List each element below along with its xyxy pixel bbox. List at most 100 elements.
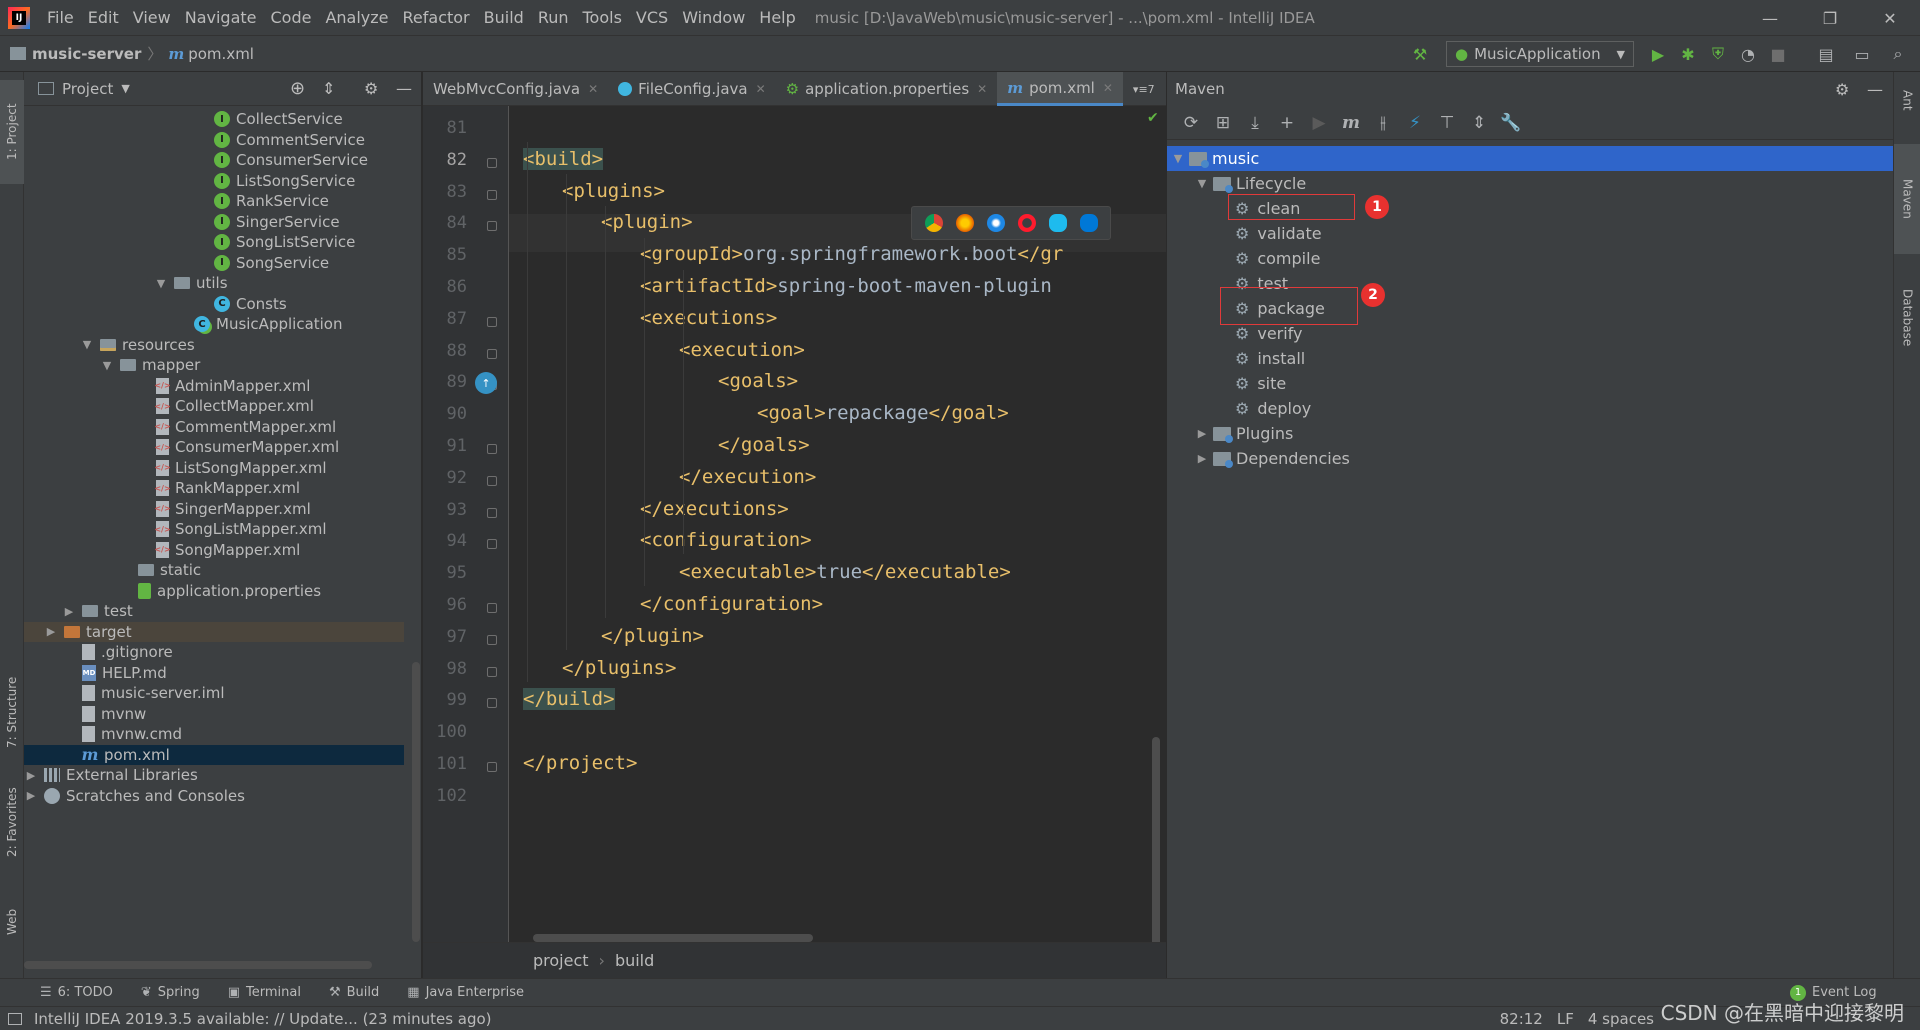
bottom-tool-tab[interactable]: ❦ Spring xyxy=(141,985,200,1000)
project-tree-item[interactable]: ▶ target xyxy=(24,621,404,642)
editor-horizontal-scrollbar[interactable] xyxy=(533,934,813,942)
bottom-tool-tab[interactable]: ☰ 6: TODO xyxy=(40,985,113,1000)
close-tab-icon[interactable]: ✕ xyxy=(588,82,598,96)
menu-analyze[interactable]: Analyze xyxy=(318,8,395,27)
project-tree-item[interactable]: application.properties xyxy=(24,581,404,601)
download-icon[interactable]: ⤓ xyxy=(1239,113,1271,133)
project-tree-item[interactable]: </> SongListMapper.xml xyxy=(24,519,404,539)
fold-marker-icon[interactable] xyxy=(487,698,497,709)
fold-marker-icon[interactable] xyxy=(487,444,497,454)
editor-breadcrumb-item[interactable]: build xyxy=(615,951,654,970)
edge-icon[interactable] xyxy=(1079,214,1098,232)
collapsed-arrow-icon[interactable]: ▶ xyxy=(24,769,38,782)
safari-icon[interactable] xyxy=(986,214,1005,232)
fold-marker-icon[interactable] xyxy=(487,221,497,232)
profile-icon[interactable]: ◔ xyxy=(1736,42,1760,66)
fold-marker-icon[interactable] xyxy=(487,348,497,359)
expanded-arrow-icon[interactable]: ▼ xyxy=(1167,152,1189,165)
internet-explorer-icon[interactable] xyxy=(1048,214,1067,232)
collapsed-arrow-icon[interactable]: ▶ xyxy=(44,625,58,638)
lifecycle-goal-install[interactable]: ⚙ install xyxy=(1235,346,1305,371)
debug-icon[interactable]: ✱ xyxy=(1676,42,1700,66)
web-tool-tab[interactable]: Web xyxy=(0,892,24,952)
menu-help[interactable]: Help xyxy=(752,8,802,27)
skip-tests-icon[interactable]: ⚡ xyxy=(1399,113,1431,133)
project-tree-item[interactable]: I RankService xyxy=(24,191,404,211)
project-tree-item[interactable]: mvnw xyxy=(24,704,404,724)
project-panel-title[interactable]: Project xyxy=(62,80,113,98)
project-tree-item[interactable]: .gitignore xyxy=(24,642,404,662)
lifecycle-goal-site[interactable]: ⚙ site xyxy=(1235,371,1286,396)
editor-vertical-scrollbar[interactable] xyxy=(1152,737,1160,971)
expanded-arrow-icon[interactable]: ▼ xyxy=(100,359,114,372)
project-tree-item[interactable]: I SongListService xyxy=(24,232,404,252)
project-tree-item[interactable]: I CommentService xyxy=(24,130,404,150)
project-tree-item[interactable]: ▶ Scratches and Consoles xyxy=(24,786,404,806)
collapse-all-icon[interactable]: ⇕ xyxy=(1463,113,1495,133)
indent-setting[interactable]: 4 spaces xyxy=(1588,1010,1654,1028)
project-tree-item[interactable]: C Consts xyxy=(24,294,404,314)
maven-tool-tab[interactable]: Maven xyxy=(1894,144,1920,254)
project-tree-item[interactable]: I CollectService xyxy=(24,109,404,129)
firefox-icon[interactable] xyxy=(955,214,974,232)
project-tree-item[interactable]: I ConsumerService xyxy=(24,150,404,170)
fold-marker-icon[interactable] xyxy=(487,157,497,168)
locate-icon[interactable]: ⊕ xyxy=(290,78,305,99)
project-tree-item[interactable]: ▼ mapper xyxy=(24,355,404,375)
project-tree-item[interactable]: MD HELP.md xyxy=(24,663,404,683)
run-icon[interactable]: ▶ xyxy=(1303,113,1335,133)
project-tree-item[interactable]: ▶ test xyxy=(24,601,404,621)
search-icon[interactable]: ⌕ xyxy=(1886,42,1910,66)
ant-tool-tab[interactable]: Ant xyxy=(1894,72,1920,128)
project-structure-icon[interactable]: ▤ xyxy=(1814,42,1838,66)
opera-icon[interactable] xyxy=(1017,214,1036,232)
structure-tool-tab[interactable]: 7: Structure xyxy=(0,662,24,762)
project-tree-item[interactable]: </> SingerMapper.xml xyxy=(24,499,404,519)
fold-marker-icon[interactable] xyxy=(487,507,497,518)
fold-marker-icon[interactable] xyxy=(487,762,497,772)
menu-vcs[interactable]: VCS xyxy=(629,8,675,27)
project-tree-item[interactable]: C MusicApplication xyxy=(24,314,404,334)
bottom-tool-tab[interactable]: ▣ Terminal xyxy=(228,985,301,1000)
maven-plugins-item[interactable]: ▶ Plugins xyxy=(1191,421,1294,446)
fold-marker-icon[interactable] xyxy=(487,539,497,550)
close-window-button[interactable]: ✕ xyxy=(1860,0,1920,36)
fold-marker-icon[interactable] xyxy=(487,316,497,327)
close-tab-icon[interactable]: ✕ xyxy=(977,82,987,96)
project-tree-item[interactable]: ▶ External Libraries xyxy=(24,765,404,785)
project-tree-item[interactable]: </> CommentMapper.xml xyxy=(24,417,404,437)
favorites-tool-tab[interactable]: 2: Favorites xyxy=(0,772,24,872)
menu-code[interactable]: Code xyxy=(264,8,319,27)
tool-windows-icon[interactable] xyxy=(8,1012,22,1025)
coverage-icon[interactable]: ⛨ xyxy=(1706,42,1730,66)
collapsed-arrow-icon[interactable]: ▶ xyxy=(62,605,76,618)
toggle-offline-icon[interactable]: ⫲ xyxy=(1367,113,1399,133)
expanded-arrow-icon[interactable]: ▼ xyxy=(80,338,94,351)
fold-marker-icon[interactable] xyxy=(487,603,497,613)
project-tree-item[interactable]: m pom.xml xyxy=(24,744,404,765)
editor-breadcrumb-item[interactable]: project xyxy=(533,951,589,970)
status-message[interactable]: IntelliJ IDEA 2019.3.5 available: // Upd… xyxy=(34,1010,492,1028)
restore-button[interactable]: ❐ xyxy=(1800,0,1860,36)
fold-marker-icon[interactable] xyxy=(487,189,497,200)
reload-icon[interactable]: ⟳ xyxy=(1175,113,1207,133)
project-tool-tab[interactable]: 1: Project xyxy=(0,80,24,184)
menu-run[interactable]: Run xyxy=(531,8,576,27)
execute-goal-icon[interactable]: m xyxy=(1335,113,1367,133)
lifecycle-goal-validate[interactable]: ⚙ validate xyxy=(1235,221,1322,246)
project-tree-item[interactable]: ▼ resources xyxy=(24,335,404,355)
project-tree-item[interactable]: I SongService xyxy=(24,253,404,273)
run-icon[interactable]: ▶ xyxy=(1646,42,1670,66)
bottom-tool-tab[interactable]: ▦ Java Enterprise xyxy=(407,985,524,1000)
project-tree-item[interactable]: static xyxy=(24,560,404,580)
collapsed-arrow-icon[interactable]: ▶ xyxy=(1191,427,1213,440)
settings-gear-icon[interactable]: ⚙ xyxy=(1835,80,1849,99)
collapse-all-icon[interactable]: ⇕ xyxy=(322,79,335,98)
close-tab-icon[interactable]: ✕ xyxy=(756,82,766,96)
project-tree-item[interactable]: </> CollectMapper.xml xyxy=(24,396,404,416)
database-tool-tab[interactable]: Database xyxy=(1894,268,1920,368)
project-tree-item[interactable]: </> ListSongMapper.xml xyxy=(24,458,404,478)
project-tree-item[interactable]: music-server.iml xyxy=(24,683,404,703)
fold-marker-icon[interactable] xyxy=(487,634,497,645)
add-icon[interactable]: + xyxy=(1271,113,1303,133)
